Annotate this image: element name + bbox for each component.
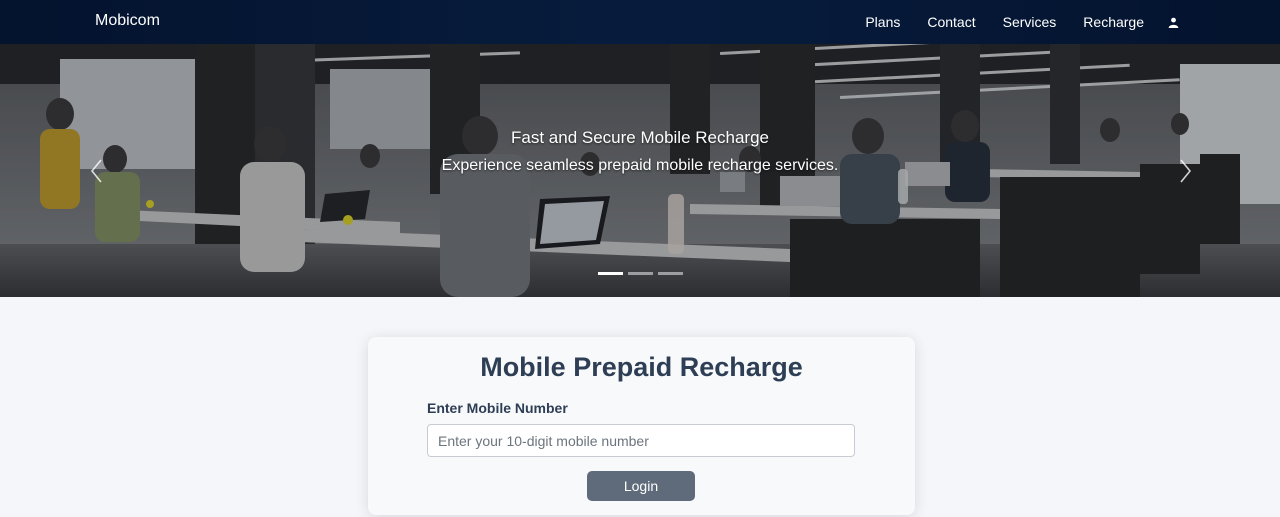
mobile-number-label: Enter Mobile Number — [427, 400, 568, 416]
hero-title: Fast and Secure Mobile Recharge — [511, 128, 769, 147]
mobile-number-input[interactable] — [427, 424, 855, 457]
nav-link-contact[interactable]: Contact — [927, 14, 975, 30]
hero-carousel: Fast and Secure Mobile Recharge Experien… — [0, 44, 1280, 297]
recharge-card-title: Mobile Prepaid Recharge — [480, 352, 803, 382]
nav-link-recharge[interactable]: Recharge — [1083, 14, 1144, 30]
carousel-indicators — [598, 272, 688, 275]
carousel-indicator-2[interactable] — [628, 272, 653, 275]
person-icon[interactable] — [1166, 15, 1180, 29]
nav-link-plans[interactable]: Plans — [865, 14, 900, 30]
hero-caption: Fast and Secure Mobile Recharge Experien… — [0, 128, 1280, 175]
carousel-indicator-1[interactable] — [598, 272, 623, 275]
navbar: Mobicom Plans Contact Services Recharge — [0, 0, 1280, 44]
chevron-left-icon[interactable] — [86, 156, 106, 186]
hero-subtitle: Experience seamless prepaid mobile recha… — [441, 157, 839, 174]
brand-logo[interactable]: Mobicom — [95, 12, 160, 30]
recharge-card: Mobile Prepaid Recharge Enter Mobile Num… — [368, 337, 915, 515]
chevron-right-icon[interactable] — [1176, 156, 1196, 186]
nav-links: Plans Contact Services Recharge — [838, 0, 1180, 44]
login-button[interactable]: Login — [587, 471, 695, 501]
carousel-indicator-3[interactable] — [658, 272, 683, 275]
nav-link-services[interactable]: Services — [1003, 14, 1057, 30]
